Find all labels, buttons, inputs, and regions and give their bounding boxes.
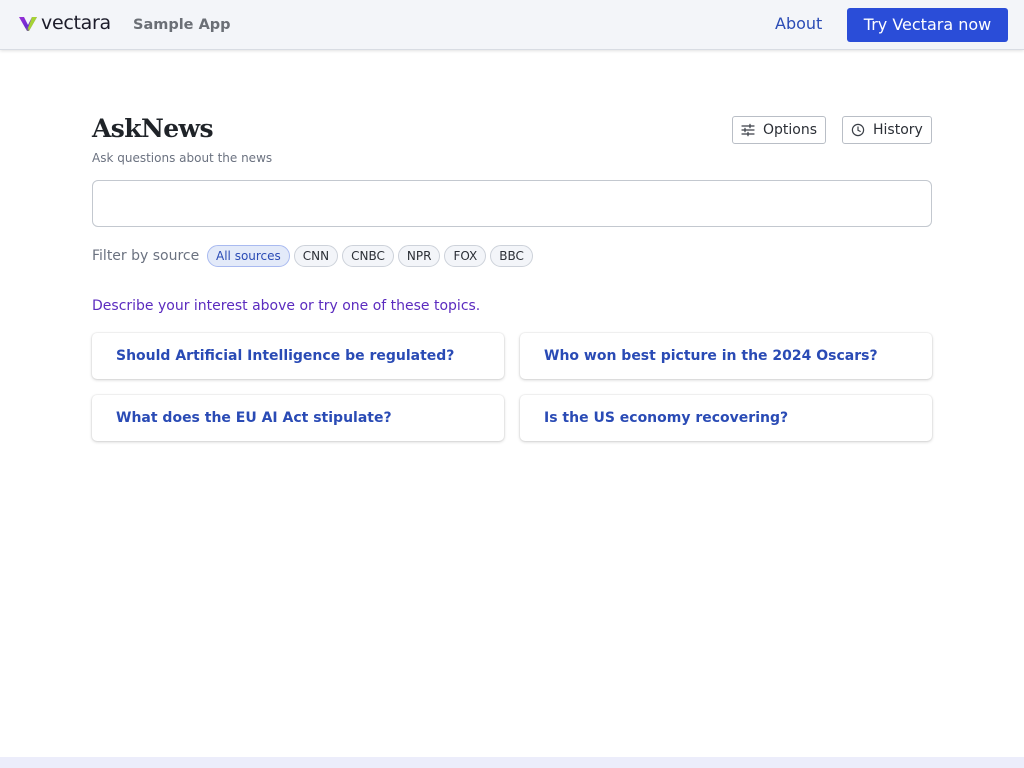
- topic-card[interactable]: Who won best picture in the 2024 Oscars?: [520, 333, 932, 379]
- top-bar: vectara Sample App About Try Vectara now: [0, 0, 1024, 50]
- topic-card[interactable]: What does the EU AI Act stipulate?: [92, 395, 504, 441]
- clock-icon: [851, 123, 865, 137]
- app-label: Sample App: [133, 17, 231, 33]
- source-filter-chips: All sources CNN CNBC NPR FOX BBC: [207, 245, 533, 267]
- about-link[interactable]: About: [775, 14, 822, 34]
- bottom-strip: [0, 757, 1024, 768]
- brand-name: vectara: [41, 12, 111, 34]
- topics-prompt: Describe your interest above or try one …: [92, 298, 481, 314]
- try-vectara-button[interactable]: Try Vectara now: [847, 8, 1008, 42]
- sliders-icon: [741, 123, 755, 137]
- filter-label: Filter by source: [92, 248, 200, 264]
- topic-card[interactable]: Should Artificial Intelligence be regula…: [92, 333, 504, 379]
- chip-cnbc[interactable]: CNBC: [342, 245, 394, 267]
- chip-fox[interactable]: FOX: [444, 245, 487, 267]
- vectara-logo-icon: [19, 17, 37, 31]
- chip-all-sources[interactable]: All sources: [207, 245, 290, 267]
- brand[interactable]: vectara: [18, 13, 111, 33]
- chip-cnn[interactable]: CNN: [293, 245, 339, 267]
- page-subtitle: Ask questions about the news: [92, 151, 273, 165]
- history-label: History: [873, 122, 923, 138]
- page-title: AskNews: [92, 114, 214, 143]
- topic-card[interactable]: Is the US economy recovering?: [520, 395, 932, 441]
- chip-npr[interactable]: NPR: [397, 245, 441, 267]
- options-button[interactable]: Options: [732, 116, 826, 144]
- options-label: Options: [763, 122, 818, 138]
- history-button[interactable]: History: [842, 116, 932, 144]
- search-input[interactable]: [92, 180, 932, 227]
- chip-bbc[interactable]: BBC: [490, 245, 533, 267]
